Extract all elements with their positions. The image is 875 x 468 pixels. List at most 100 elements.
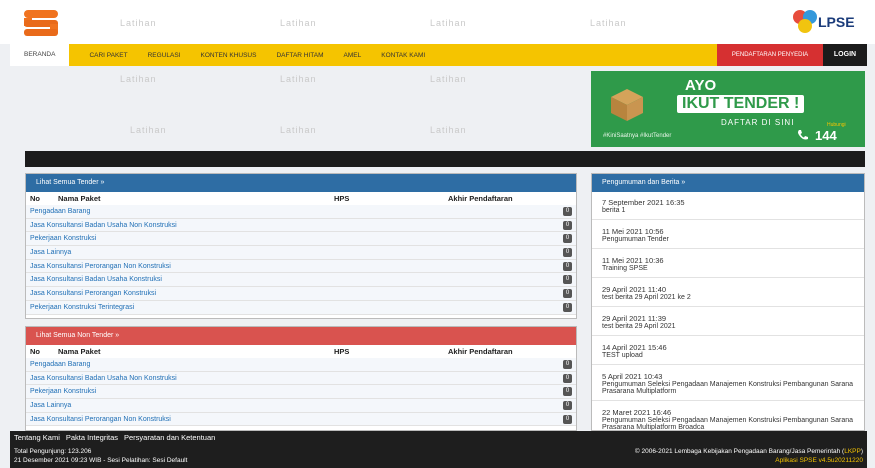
table-row[interactable]: Pengadaan Barang 0 [26,358,576,372]
news-date: 11 Mei 2021 10:56 [602,227,664,236]
news-text[interactable]: test berita 29 April 2021 [602,323,854,330]
watermark: Latihan [120,18,157,28]
watermark: Latihan [430,18,467,28]
table-row[interactable]: Jasa Konsultansi Badan Usaha Non Konstru… [26,371,576,386]
package-category-link[interactable]: Jasa Konsultansi Badan Usaha Non Konstru… [30,375,177,382]
package-category-link[interactable]: Jasa Konsultansi Badan Usaha Konstruksi [30,276,162,283]
news-item[interactable]: 11 Mei 2021 10:36 Training SPSE [592,249,864,278]
footer-link-persyaratan[interactable]: Persyaratan dan Ketentuan [124,433,215,442]
nav-konten-khusus[interactable]: KONTEN KHUSUS [200,52,256,59]
table-row[interactable]: Pekerjaan Konstruksi 0 [26,385,576,400]
package-category-link[interactable]: Jasa Lainnya [30,249,71,256]
lpse-circles-icon [793,10,817,33]
news-item[interactable]: 5 April 2021 10:43 Pengumuman Seleksi Pen… [592,365,864,401]
nav-beranda[interactable]: BERANDA [10,44,70,66]
package-category-link[interactable]: Pengadaan Barang [30,208,90,215]
news-panel-title[interactable]: Pengumuman dan Berita » [592,174,864,192]
nontender-panel: Lihat Semua Non Tender » No Nama Paket H… [25,326,577,431]
col-no: No [30,347,40,356]
count-badge: 0 [563,360,572,369]
news-text[interactable]: berita 1 [602,207,854,214]
banner-tags: #KiniSaatnya #IkutTender [603,133,672,139]
news-date: 29 April 2021 11:40 [602,285,667,294]
count-badge: 0 [563,220,572,230]
package-category-link[interactable]: Pekerjaan Konstruksi [30,388,96,395]
ikut-tender-banner[interactable]: AYO IKUT TENDER ! DAFTAR DI SINI #KiniSa… [591,71,865,147]
count-badge: 0 [563,401,572,411]
watermark: Latihan [590,18,627,28]
count-badge: 0 [563,387,572,397]
package-category-link[interactable]: Jasa Konsultansi Badan Usaha Non Konstru… [30,222,177,229]
nav-regulasi[interactable]: REGULASI [148,52,181,59]
news-panel: Pengumuman dan Berita » 7 September 2021… [591,173,865,431]
col-akhir-pendaftaran: Akhir Pendaftaran [448,194,513,203]
banner-line3: DAFTAR DI SINI [721,118,795,127]
tender-panel: Lihat Semua Tender » No Nama Paket HPS A… [25,173,577,319]
box-icon [611,89,643,121]
package-category-link[interactable]: Pengadaan Barang [30,361,90,368]
footer-link-tentang[interactable]: Tentang Kami [14,433,60,442]
tender-panel-title[interactable]: Lihat Semua Tender » [26,174,576,192]
table-row[interactable]: Jasa Lainnya 0 [26,399,576,413]
news-item[interactable]: 29 April 2021 11:40 test berita 29 April … [592,278,864,307]
nontender-rows: Pengadaan Barang 0 Jasa Konsultansi Badan … [26,358,576,427]
tender-table-header: No Nama Paket HPS Akhir Pendaftaran [26,192,576,205]
watermark: Latihan [280,74,317,84]
table-row[interactable]: Jasa Konsultansi Perorangan Non Konstruk… [26,259,576,274]
count-badge: 0 [563,302,572,312]
nav-kontak-kami[interactable]: KONTAK KAMI [381,52,425,59]
lpse-s-logo-icon[interactable] [22,6,60,38]
news-date: 29 April 2021 11:39 [602,314,667,323]
package-category-link[interactable]: Jasa Lainnya [30,402,71,409]
banner-line1: AYO [685,77,717,94]
table-row[interactable]: Pekerjaan Konstruksi Terintegrasi 0 [26,300,576,315]
lpse-logo[interactable]: LPSE [790,9,868,35]
session-info: 21 Desember 2021 09:23 WIB - Sesi Pelati… [14,457,188,464]
news-text[interactable]: test berita 29 April 2021 ke 2 [602,294,854,301]
package-category-link[interactable]: Jasa Konsultansi Perorangan Konstruksi [30,290,156,297]
table-row[interactable]: Pengadaan Barang 0 [26,205,576,219]
register-provider-button[interactable]: PENDAFTARAN PENYEDIA [717,44,823,66]
table-row[interactable]: Jasa Konsultansi Badan Usaha Non Konstru… [26,218,576,233]
news-text[interactable]: Pengumuman Seleksi Pengadaan Manajemen K… [602,417,854,430]
ticker-bar [25,151,865,167]
banner-contact-number: 144 [815,128,837,143]
news-text[interactable]: Pengumuman Tender [602,236,854,243]
table-row[interactable]: Jasa Konsultansi Perorangan Non Konstruk… [26,412,576,427]
package-category-link[interactable]: Pekerjaan Konstruksi [30,235,96,242]
table-row[interactable]: Jasa Konsultansi Perorangan Konstruksi 0 [26,287,576,301]
news-text[interactable]: Pengumuman Seleksi Pengadaan Manajemen K… [602,381,854,395]
footer-link-pakta[interactable]: Pakta Integritas [66,433,118,442]
news-item[interactable]: 7 September 2021 16:35 berita 1 [592,192,864,220]
news-item[interactable]: 11 Mei 2021 10:56 Pengumuman Tender [592,220,864,249]
news-text[interactable]: Training SPSE [602,265,854,272]
table-row[interactable]: Jasa Konsultansi Badan Usaha Konstruksi 0 [26,273,576,288]
col-nama-paket: Nama Paket [58,194,101,203]
app-version: Aplikasi SPSE v4.5u20211220 [775,457,863,464]
lkpp-link[interactable]: LKPP [844,448,861,455]
news-item[interactable]: 29 April 2021 11:39 test berita 29 April … [592,307,864,336]
news-item[interactable]: 22 Maret 2021 16:46 Pengumuman Seleksi Pe… [592,401,864,430]
package-category-link[interactable]: Pekerjaan Konstruksi Terintegrasi [30,304,134,311]
banner-line2: IKUT TENDER ! [677,95,805,113]
lpse-logo-text: LPSE [818,14,855,30]
news-text[interactable]: TEST upload [602,352,854,359]
nontender-panel-title[interactable]: Lihat Semua Non Tender » [26,327,576,345]
count-badge: 0 [563,234,572,244]
count-badge: 0 [563,414,572,424]
watermark: Latihan [130,125,167,135]
nav-daftar-hitam[interactable]: DAFTAR HITAM [276,52,323,59]
package-category-link[interactable]: Jasa Konsultansi Perorangan Non Konstruk… [30,416,171,423]
table-row[interactable]: Pekerjaan Konstruksi 0 [26,232,576,247]
nav-amel[interactable]: AMEL [344,52,362,59]
table-row[interactable]: Jasa Lainnya 0 [26,246,576,260]
nav-cari-paket[interactable]: CARI PAKET [89,52,127,59]
news-date: 11 Mei 2021 10:36 [602,256,664,265]
news-date: 22 Maret 2021 16:46 [602,408,672,417]
package-category-link[interactable]: Jasa Konsultansi Perorangan Non Konstruk… [30,263,171,270]
login-button[interactable]: LOGIN [823,44,867,66]
col-no: No [30,194,40,203]
watermark: Latihan [280,125,317,135]
col-akhir-pendaftaran: Akhir Pendaftaran [448,347,513,356]
news-item[interactable]: 14 April 2021 15:46 TEST upload [592,336,864,365]
